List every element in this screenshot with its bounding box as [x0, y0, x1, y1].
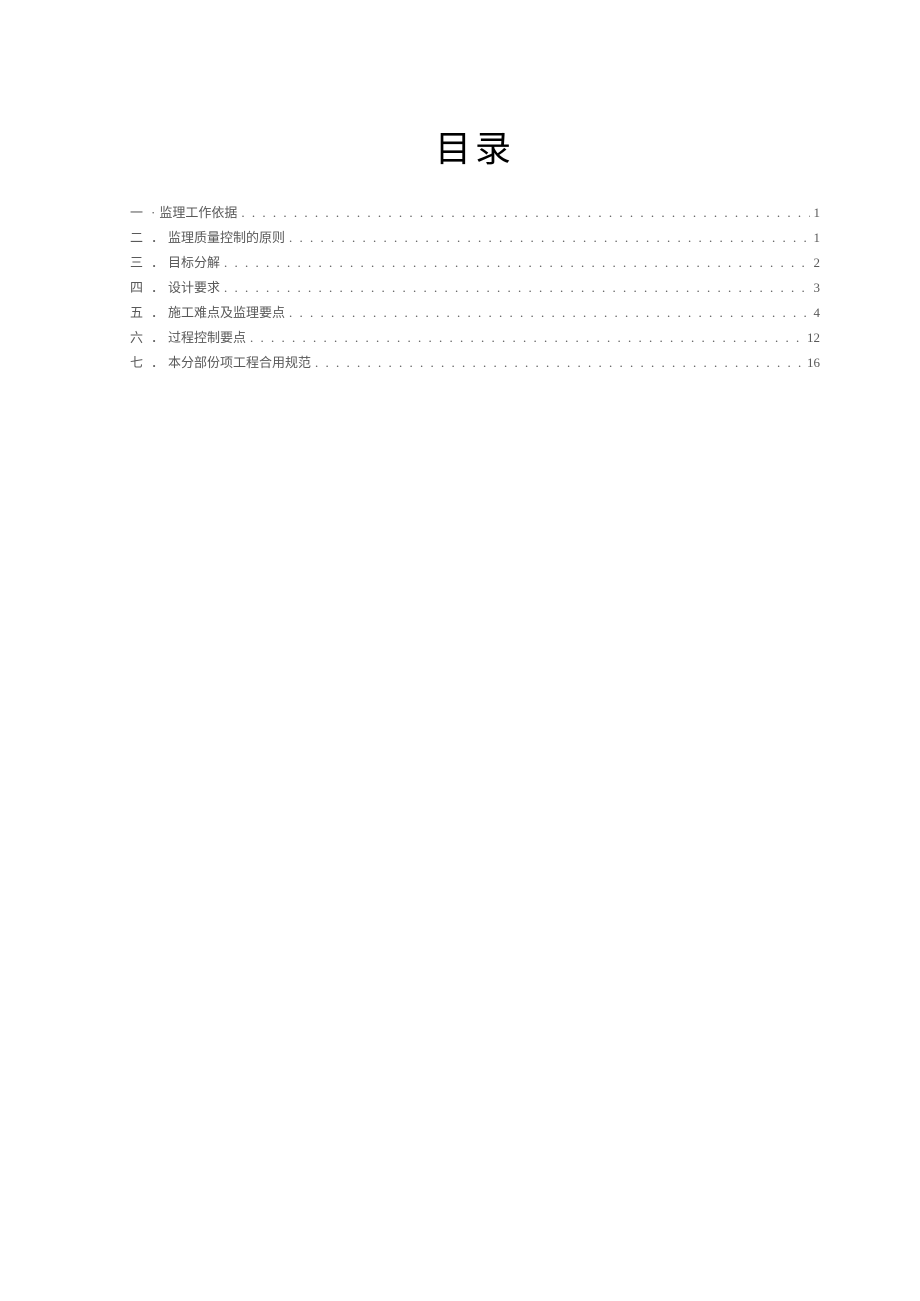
toc-label: 设计要求 [168, 275, 220, 300]
toc-leader-dots [289, 225, 809, 250]
toc-numeral: 一 [130, 200, 143, 225]
toc-entry: 四 ． 设计要求 3 [130, 275, 820, 300]
toc-entry: 三 ． 目标分解 2 [130, 250, 820, 275]
toc-page-number: 1 [814, 200, 821, 225]
toc-label: 过程控制要点 [168, 325, 246, 350]
toc-page-number: 2 [814, 250, 821, 275]
toc-separator: ． [151, 225, 164, 250]
toc-numeral: 二 [130, 225, 143, 250]
toc-label: 监理质量控制的原则 [168, 225, 285, 250]
toc-separator: ． [151, 250, 164, 275]
toc-leader-dots [224, 250, 809, 275]
toc-entry: 七 ． 本分部份项工程合用规范 16 [130, 350, 820, 375]
toc-page-number: 1 [814, 225, 821, 250]
toc-numeral: 七 [130, 350, 143, 375]
toc-leader-dots [224, 275, 809, 300]
toc-separator: · [151, 200, 155, 225]
toc-label: 目标分解 [168, 250, 220, 275]
toc-page-number: 4 [814, 300, 821, 325]
toc-page-number: 3 [814, 275, 821, 300]
toc-numeral: 四 [130, 275, 143, 300]
toc-numeral: 五 [130, 300, 143, 325]
toc-leader-dots [241, 200, 809, 225]
toc-leader-dots [289, 300, 809, 325]
toc-numeral: 三 [130, 250, 143, 275]
toc-separator: ． [151, 350, 164, 375]
toc-label: 监理工作依据 [159, 200, 237, 225]
toc-entry: 五 ． 施工难点及监理要点 4 [130, 300, 820, 325]
toc-leader-dots [250, 325, 803, 350]
page-title: 目录 [130, 120, 820, 172]
toc-separator: ． [151, 325, 164, 350]
toc-label: 本分部份项工程合用规范 [168, 350, 311, 375]
toc-entry: 二 ． 监理质量控制的原则 1 [130, 225, 820, 250]
toc-entry: 六 ． 过程控制要点 12 [130, 325, 820, 350]
toc-list: 一 · 监理工作依据 1 二 ． 监理质量控制的原则 1 三 ． 目标分解 2 … [130, 200, 820, 375]
toc-page-number: 16 [807, 350, 820, 375]
toc-separator: ． [151, 275, 164, 300]
document-page: 目录 一 · 监理工作依据 1 二 ． 监理质量控制的原则 1 三 ． 目标分解… [0, 0, 920, 375]
toc-page-number: 12 [807, 325, 820, 350]
toc-separator: ． [151, 300, 164, 325]
toc-entry: 一 · 监理工作依据 1 [130, 200, 820, 225]
toc-leader-dots [315, 350, 803, 375]
toc-numeral: 六 [130, 325, 143, 350]
toc-label: 施工难点及监理要点 [168, 300, 285, 325]
